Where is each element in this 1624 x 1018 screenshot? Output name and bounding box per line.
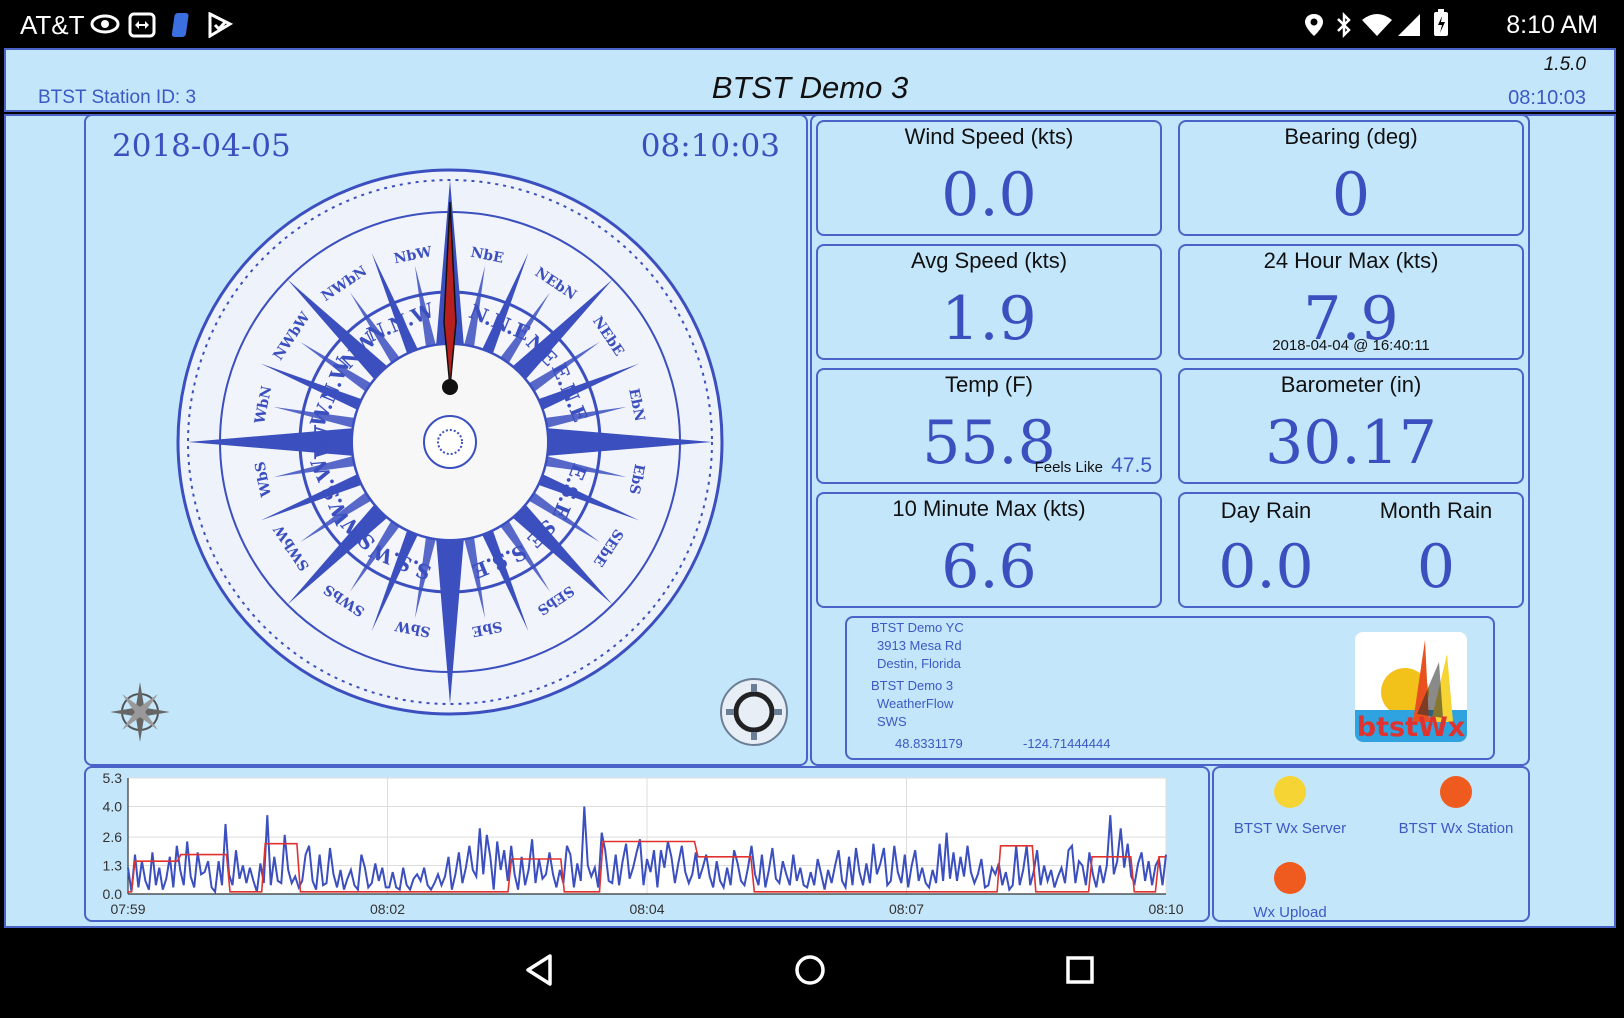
barometer-tile: Barometer (in) 30.17 bbox=[1178, 368, 1524, 484]
barometer-label: Barometer (in) bbox=[1280, 372, 1422, 397]
bluetooth-icon bbox=[1337, 12, 1351, 38]
avg-speed-label: Avg Speed (kts) bbox=[910, 248, 1068, 273]
phone-icon bbox=[172, 13, 189, 37]
signal-icon bbox=[1398, 14, 1420, 36]
rain-tile: Day Rain Month Rain 0.0 0 bbox=[1178, 492, 1524, 608]
feels-like-label: Feels Like bbox=[1034, 459, 1103, 476]
refresh-dial-icon[interactable] bbox=[718, 676, 790, 748]
x-tick-label: 08:07 bbox=[889, 901, 924, 917]
barometer-value: 30.17 bbox=[1265, 408, 1437, 478]
location-icon bbox=[1305, 14, 1323, 36]
day-rain-label: Day Rain bbox=[1220, 498, 1312, 523]
station-status-led bbox=[1440, 776, 1472, 808]
page-title: BTST Demo 3 bbox=[711, 70, 909, 105]
max24-timestamp: 2018-04-04 @ 16:40:11 bbox=[1272, 337, 1430, 354]
max24-tile: 24 Hour Max (kts) 7.9 2018-04-04 @ 16:40… bbox=[1178, 244, 1524, 360]
info-provider: WeatherFlow bbox=[877, 696, 954, 711]
y-tick-label: 4.0 bbox=[103, 798, 123, 814]
info-latitude: 48.8331179 bbox=[895, 736, 963, 751]
max24-label: 24 Hour Max (kts) bbox=[1263, 248, 1439, 273]
bearing-value: 0 bbox=[1331, 160, 1371, 230]
compass-small-icon[interactable] bbox=[108, 680, 172, 744]
wind-speed-label: Wind Speed (kts) bbox=[904, 124, 1074, 149]
clock-label: 8:10 AM bbox=[1506, 11, 1598, 39]
month-rain-label: Month Rain bbox=[1379, 498, 1493, 523]
x-tick-label: 08:04 bbox=[629, 901, 664, 917]
max10-value: 6.6 bbox=[941, 532, 1037, 602]
day-rain-value: 0.0 bbox=[1218, 532, 1314, 602]
status-indicators-panel: BTST Wx Server BTST Wx Station Wx Upload bbox=[1212, 766, 1530, 922]
wind-history-chart: 5.3 4.0 2.6 1.3 0.007:59 08:02 08:04 08:07 08:10 bbox=[103, 770, 1184, 917]
eye-icon bbox=[90, 14, 120, 34]
logo-text: btstWx bbox=[1356, 712, 1466, 742]
y-tick-label: 5.3 bbox=[103, 770, 123, 786]
upload-status-label: Wx Upload bbox=[1253, 904, 1327, 921]
carrier-label: AT&T bbox=[20, 10, 85, 40]
y-tick-label: 2.6 bbox=[103, 829, 123, 845]
info-code: SWS bbox=[877, 714, 907, 729]
info-address: 3913 Mesa Rd bbox=[877, 638, 962, 653]
month-rain-value: 0 bbox=[1416, 532, 1456, 602]
avg-speed-value: 1.9 bbox=[941, 284, 1037, 354]
battery-icon bbox=[1434, 9, 1448, 36]
upload-status-led bbox=[1274, 862, 1306, 894]
feels-like-value: 47.5 bbox=[1111, 454, 1152, 477]
feels-like-row: Feels Like 47.5 bbox=[1035, 454, 1152, 478]
temp-label: Temp (F) bbox=[945, 372, 1033, 397]
compass-panel: 2018-04-05 08:10:03 NbE N.N.E NEbN NE NEbE E.… bbox=[84, 114, 808, 766]
info-longitude: -124.71444444 bbox=[1023, 736, 1111, 751]
x-tick-label: 07:59 bbox=[110, 901, 145, 917]
teamviewer-icon bbox=[128, 12, 156, 38]
x-tick-label: 08:10 bbox=[1148, 901, 1183, 917]
compass-point-label: S bbox=[439, 548, 461, 583]
temp-tile: Temp (F) 55.8 Feels Like 47.5 bbox=[816, 368, 1162, 484]
server-status-led bbox=[1274, 776, 1306, 808]
station-id: BTST Station ID: 3 bbox=[38, 87, 197, 108]
status-bar: AT&T 8:10 AM bbox=[0, 0, 1624, 48]
wind-speed-value: 0.0 bbox=[941, 160, 1037, 230]
bearing-tile: Bearing (deg) 0 bbox=[1178, 120, 1524, 236]
navigation-bar bbox=[0, 928, 1624, 1018]
bearing-label: Bearing (deg) bbox=[1284, 124, 1418, 149]
max10-label: 10 Minute Max (kts) bbox=[892, 496, 1086, 521]
home-icon[interactable] bbox=[790, 950, 830, 990]
back-icon[interactable] bbox=[520, 950, 560, 990]
wind-chart-panel: 5.3 4.0 2.6 1.3 0.0 07:59 08:02 08:04 08:07 08:10 bbox=[84, 766, 1210, 922]
btstwx-logo: btstWx bbox=[1355, 632, 1467, 742]
y-tick-label: 0.0 bbox=[103, 886, 123, 902]
wifi-icon bbox=[1362, 14, 1392, 36]
station-status-label: BTST Wx Station bbox=[1398, 820, 1514, 837]
wind-speed-tile: Wind Speed (kts) 0.0 bbox=[816, 120, 1162, 236]
compass-point-label: E bbox=[556, 431, 591, 454]
info-city: Destin, Florida bbox=[877, 656, 961, 671]
header-time: 08:10:03 bbox=[1508, 87, 1586, 109]
app-header: BTST Demo 3 BTST Station ID: 3 1.5.0 08:… bbox=[4, 48, 1616, 112]
compass-date: 2018-04-05 bbox=[112, 128, 291, 164]
station-info-box: BTST Demo YC 3913 Mesa Rd Destin, Florid… bbox=[845, 616, 1495, 760]
max10-tile: 10 Minute Max (kts) 6.6 bbox=[816, 492, 1162, 608]
x-tick-label: 08:02 bbox=[370, 901, 405, 917]
y-tick-label: 1.3 bbox=[103, 858, 123, 874]
compass-time: 08:10:03 bbox=[640, 128, 780, 164]
info-club: BTST Demo YC bbox=[871, 620, 964, 635]
app-version: 1.5.0 bbox=[1543, 54, 1586, 75]
check-flag-icon bbox=[208, 12, 234, 38]
avg-speed-tile: Avg Speed (kts) 1.9 bbox=[816, 244, 1162, 360]
info-station: BTST Demo 3 bbox=[871, 678, 954, 693]
server-status-label: BTST Wx Server bbox=[1233, 820, 1347, 837]
compass-rose: NbEN.N.ENEbNNE NEbEE.N.E EbNEEbSE.S.ESEbES… bbox=[176, 168, 724, 716]
recents-icon[interactable] bbox=[1060, 950, 1100, 990]
